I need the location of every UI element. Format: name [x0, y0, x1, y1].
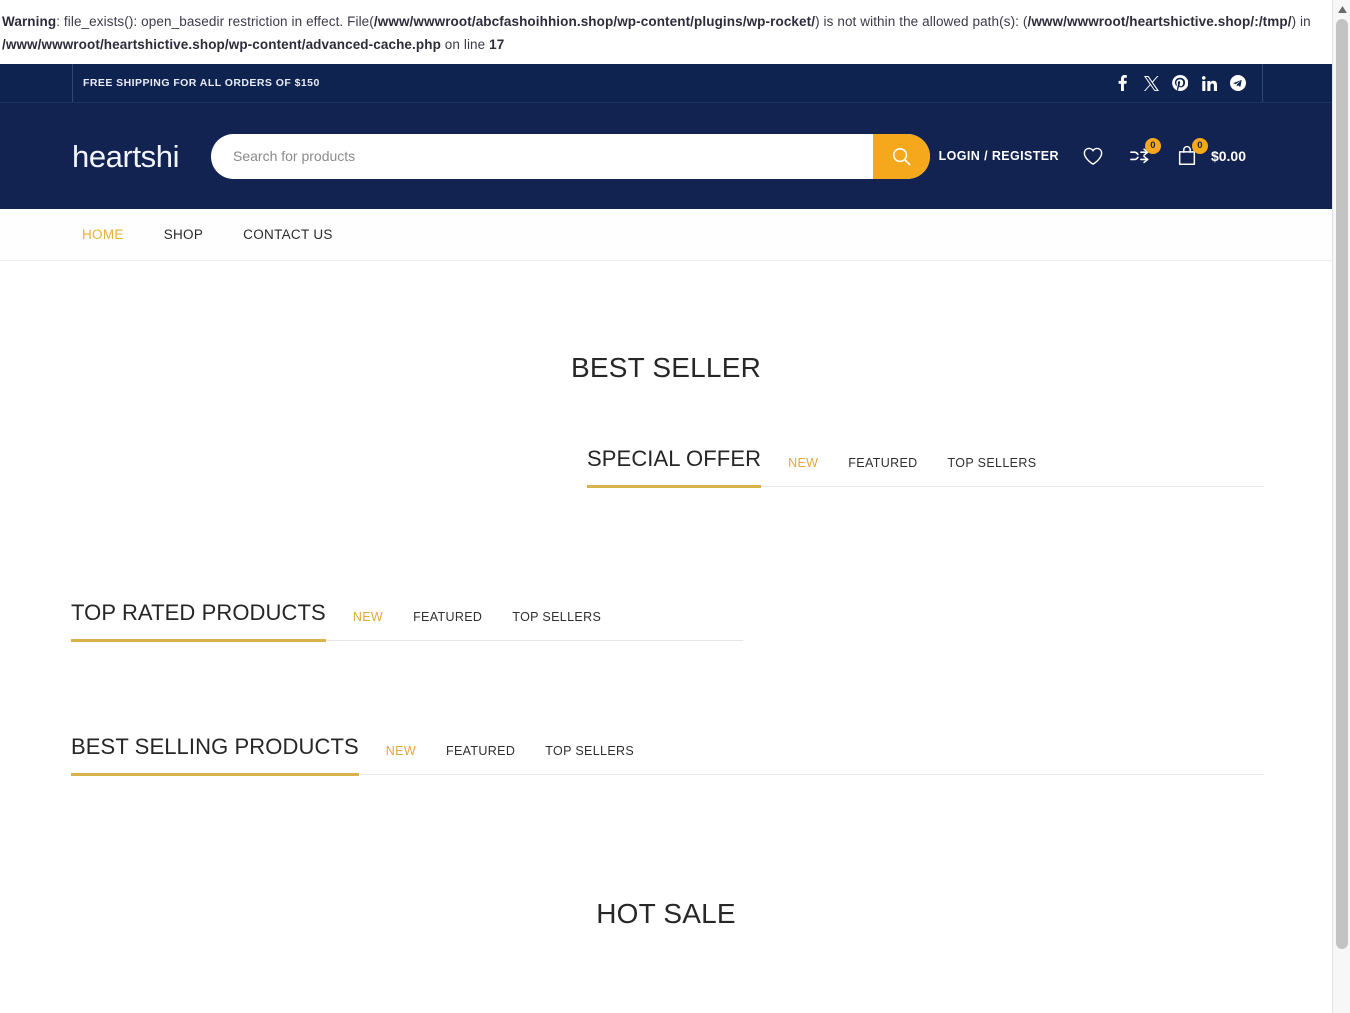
- compare-button[interactable]: 0: [1127, 143, 1153, 169]
- nav-item-shop[interactable]: SHOP: [154, 223, 213, 246]
- section-best-selling-products: BEST SELLING PRODUCTS NEW FEATURED TOP S…: [71, 734, 1264, 775]
- section-special-offer: SPECIAL OFFER NEW FEATURED TOP SELLERS: [587, 446, 1264, 487]
- page-content: Warning: file_exists(): open_basedir res…: [0, 0, 1332, 1013]
- section-tabs: NEW FEATURED TOP SELLERS: [326, 610, 601, 640]
- tab-top-sellers[interactable]: TOP SELLERS: [512, 610, 601, 624]
- main-navigation: HOME SHOP CONTACT US: [0, 209, 1332, 261]
- telegram-icon[interactable]: [1229, 74, 1247, 92]
- facebook-icon[interactable]: [1113, 74, 1131, 92]
- tab-new[interactable]: NEW: [788, 456, 818, 470]
- tab-new[interactable]: NEW: [386, 744, 416, 758]
- section-heading: SPECIAL OFFER: [587, 446, 761, 488]
- tab-top-sellers[interactable]: TOP SELLERS: [948, 456, 1037, 470]
- header-actions: LOGIN / REGISTER: [939, 143, 1246, 169]
- search-button[interactable]: [873, 134, 930, 179]
- scroll-up-arrow-icon[interactable]: [1333, 0, 1350, 18]
- cart-total-amount: $0.00: [1211, 148, 1246, 164]
- wishlist-button[interactable]: [1080, 143, 1106, 169]
- warning-text-1: : file_exists(): open_basedir restrictio…: [56, 14, 374, 29]
- warning-text-4: on line: [445, 37, 485, 52]
- php-warning-message: Warning: file_exists(): open_basedir res…: [0, 0, 1332, 64]
- tab-featured[interactable]: FEATURED: [413, 610, 482, 624]
- compare-count-badge: 0: [1145, 138, 1161, 154]
- cart-area[interactable]: 0 $0.00: [1174, 143, 1246, 169]
- hot-sale-title: HOT SALE: [0, 898, 1332, 930]
- best-seller-title: BEST SELLER: [0, 352, 1332, 384]
- browser-viewport: Warning: file_exists(): open_basedir res…: [0, 0, 1350, 1013]
- tab-featured[interactable]: FEATURED: [848, 456, 917, 470]
- warning-label: Warning: [2, 14, 56, 29]
- tab-new[interactable]: NEW: [353, 610, 383, 624]
- nav-item-home[interactable]: HOME: [72, 223, 134, 246]
- section-top-rated-products: TOP RATED PRODUCTS NEW FEATURED TOP SELL…: [71, 600, 743, 641]
- shipping-notice: FREE SHIPPING FOR ALL ORDERS OF $150: [83, 77, 320, 89]
- section-tabs: NEW FEATURED TOP SELLERS: [359, 744, 634, 774]
- pinterest-icon[interactable]: [1171, 74, 1189, 92]
- login-register-link[interactable]: LOGIN / REGISTER: [939, 149, 1059, 163]
- tab-top-sellers[interactable]: TOP SELLERS: [545, 744, 634, 758]
- heart-icon: [1082, 146, 1104, 166]
- site-header: heartshi LOGIN / REGISTER: [0, 103, 1332, 209]
- warning-text-2: ) is not within the allowed path(s): (: [815, 14, 1027, 29]
- scrollbar-thumb[interactable]: [1336, 19, 1348, 949]
- warning-line-number: 17: [489, 37, 504, 52]
- nav-item-contact-us[interactable]: CONTACT US: [233, 223, 343, 246]
- search-input[interactable]: [211, 134, 873, 179]
- section-tabs: NEW FEATURED TOP SELLERS: [761, 456, 1036, 486]
- site-logo[interactable]: heartshi: [72, 141, 179, 172]
- linkedin-icon[interactable]: [1200, 74, 1218, 92]
- page-scrollbar[interactable]: [1332, 0, 1350, 1013]
- warning-path-3: /www/wwwroot/heartshictive.shop/wp-conte…: [2, 37, 441, 52]
- cart-button[interactable]: 0: [1174, 143, 1200, 169]
- section-heading: BEST SELLING PRODUCTS: [71, 734, 359, 776]
- top-bar: FREE SHIPPING FOR ALL ORDERS OF $150: [0, 64, 1332, 103]
- warning-path-1: /www/wwwroot/abcfashoihhion.shop/wp-cont…: [374, 14, 815, 29]
- cart-count-badge: 0: [1192, 138, 1208, 154]
- search-icon: [891, 146, 912, 167]
- search-bar: [211, 134, 930, 179]
- x-twitter-icon[interactable]: [1142, 74, 1160, 92]
- tab-featured[interactable]: FEATURED: [446, 744, 515, 758]
- warning-text-3: ) in: [1292, 14, 1311, 29]
- warning-path-2: /www/wwwroot/heartshictive.shop/:/tmp/: [1027, 14, 1291, 29]
- section-heading: TOP RATED PRODUCTS: [71, 600, 326, 642]
- social-links: [1113, 74, 1247, 92]
